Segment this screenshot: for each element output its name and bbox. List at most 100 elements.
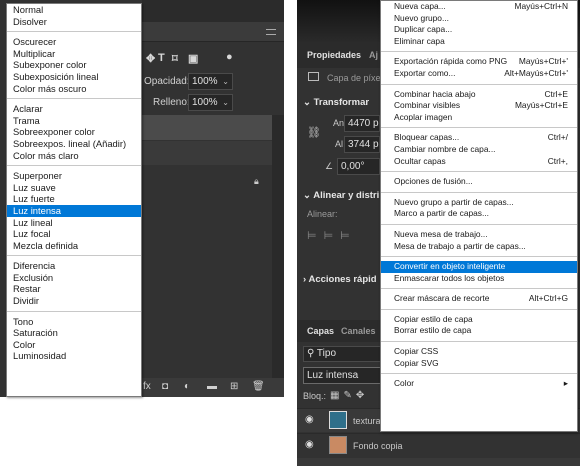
blend-option-sobreexpos-lineal-anadir[interactable]: Sobreexpos. lineal (Añadir) xyxy=(7,138,141,150)
blend-option-luz-suave[interactable]: Luz suave xyxy=(7,182,141,194)
layer-row[interactable] xyxy=(142,141,272,165)
menu-item-nuevo-grupo-a-partir-de-capas[interactable]: Nuevo grupo a partir de capas... xyxy=(381,197,577,209)
chevron-down-icon: ⌄ xyxy=(303,97,314,108)
angle-icon: ∠ xyxy=(325,161,334,171)
add-mask-icon[interactable]: ◘ xyxy=(162,381,168,392)
menu-item-combinar-hacia-abajo[interactable]: Combinar hacia abajo Ctrl+E xyxy=(381,89,577,101)
menu-item-crear-mascara-de-recorte[interactable]: Crear máscara de recorte Alt+Ctrl+G xyxy=(381,293,577,305)
blend-option-color[interactable]: Color xyxy=(7,339,141,351)
panel-header xyxy=(142,0,284,22)
blend-option-subexponer-color[interactable]: Subexponer color xyxy=(7,59,141,71)
align-section-header[interactable]: ⌄ Alinear y distri xyxy=(303,190,379,201)
lock-pixels-icon[interactable]: ✥ xyxy=(146,52,155,65)
menu-item-nueva-mesa-de-trabajo[interactable]: Nueva mesa de trabajo... xyxy=(381,229,577,241)
menu-item-nuevo-grupo[interactable]: Nuevo grupo... xyxy=(381,13,577,25)
blend-option-tono[interactable]: Tono xyxy=(7,316,141,328)
blend-option-normal[interactable]: Normal xyxy=(7,4,141,16)
layer-context-menu[interactable]: Nueva capa... Mayús+Ctrl+N Nuevo grupo... D… xyxy=(380,0,578,432)
menu-item-ocultar-capas[interactable]: Ocultar capas Ctrl+, xyxy=(381,156,577,168)
menu-item-copiar-svg[interactable]: Copiar SVG xyxy=(381,358,577,370)
chevron-down-icon: ⌄ xyxy=(303,190,314,201)
eye-icon[interactable]: ◉ xyxy=(305,414,314,425)
fx-icon[interactable]: fx xyxy=(143,381,151,392)
blend-option-trama[interactable]: Trama xyxy=(7,115,141,127)
blend-option-restar[interactable]: Restar xyxy=(7,283,141,295)
opacity-field[interactable]: 100% ⌄ xyxy=(188,73,233,90)
lock-options-icon[interactable]: ▦✎✥ xyxy=(330,390,368,401)
menu-item-combinar-visibles[interactable]: Combinar visibles Mayús+Ctrl+E xyxy=(381,100,577,112)
width-field[interactable]: 4470 p xyxy=(344,115,380,132)
trash-icon[interactable]: 🗑︎ xyxy=(252,381,265,392)
panel-menu-icon[interactable] xyxy=(266,29,276,35)
height-field[interactable]: 3744 p xyxy=(344,136,380,153)
menu-item-nueva-capa[interactable]: Nueva capa... Mayús+Ctrl+N xyxy=(381,1,577,13)
layer-row-fondo-copia[interactable]: ◉ Fondo copia xyxy=(297,433,580,457)
menu-item-copiar-estilo-de-capa[interactable]: Copiar estilo de capa xyxy=(381,314,577,326)
blend-option-oscurecer[interactable]: Oscurecer xyxy=(7,36,141,48)
blend-option-luz-fuerte[interactable]: Luz fuerte xyxy=(7,193,141,205)
blend-option-multiplicar[interactable]: Multiplicar xyxy=(7,48,141,60)
type-layer-icon[interactable]: T xyxy=(158,52,165,64)
tab-adjustments[interactable]: Aj xyxy=(369,50,378,60)
blend-option-luz-focal[interactable]: Luz focal xyxy=(7,228,141,240)
blend-option-dividir[interactable]: Dividir xyxy=(7,295,141,307)
menu-item-convertir-en-objeto-inteligente[interactable]: Convertir en objeto inteligente xyxy=(381,261,577,273)
layer-filter-field[interactable]: ⚲ Tipo xyxy=(303,346,381,362)
smart-object-filter-icon[interactable]: ▣ xyxy=(188,52,198,65)
tab-channels[interactable]: Canales xyxy=(341,326,376,336)
blend-option-luminosidad[interactable]: Luminosidad xyxy=(7,350,141,362)
shape-filter-icon[interactable]: ⌑ xyxy=(172,52,178,65)
menu-item-cambiar-nombre-de-capa[interactable]: Cambiar nombre de capa... xyxy=(381,144,577,156)
blend-option-exclusion[interactable]: Exclusión xyxy=(7,272,141,284)
new-group-icon[interactable]: ▬ xyxy=(207,381,217,392)
blend-option-sobreexponer-color[interactable]: Sobreexponer color xyxy=(7,126,141,138)
fill-field[interactable]: 100% ⌄ xyxy=(188,94,233,111)
blend-option-color-mas-claro[interactable]: Color más claro xyxy=(7,150,141,162)
blend-option-luz-intensa[interactable]: Luz intensa xyxy=(7,204,141,217)
menu-item-exportar-como[interactable]: Exportar como... Alt+Mayús+Ctrl+' xyxy=(381,68,577,80)
tab-layers[interactable]: Capas xyxy=(307,326,334,336)
filter-toggle-icon[interactable]: ● xyxy=(226,51,233,63)
blend-option-disolver[interactable]: Disolver xyxy=(7,16,141,28)
menu-separator xyxy=(381,167,577,176)
blend-option-aclarar[interactable]: Aclarar xyxy=(7,103,141,115)
blend-option-mezcla-definida[interactable]: Mezcla definida xyxy=(7,240,141,252)
link-icon[interactable]: ⛓ xyxy=(307,126,321,139)
menu-item-borrar-estilo-de-capa[interactable]: Borrar estilo de capa xyxy=(381,325,577,337)
transform-section-header[interactable]: ⌄ Transformar xyxy=(303,97,369,108)
layer-row[interactable] xyxy=(297,458,580,466)
blend-option-color-mas-oscuro[interactable]: Color más oscuro xyxy=(7,83,141,95)
menu-item-eliminar-capa[interactable]: Eliminar capa xyxy=(381,36,577,48)
menu-item-mesa-de-trabajo-a-partir-de-capas[interactable]: Mesa de trabajo a partir de capas... xyxy=(381,241,577,253)
new-layer-icon[interactable]: ⊞ xyxy=(230,381,238,392)
blend-option-subexposicion-lineal[interactable]: Subexposición lineal xyxy=(7,71,141,83)
menu-item-exportacion-rapida-como-png[interactable]: Exportación rápida como PNG Mayús+Ctrl+' xyxy=(381,56,577,68)
menu-item-opciones-de-fusion[interactable]: Opciones de fusión... xyxy=(381,176,577,188)
blend-mode-value: Luz intensa xyxy=(307,370,359,381)
adjustment-layer-icon[interactable]: ◐ xyxy=(184,381,190,392)
align-buttons-icon[interactable]: ⊨⊨⊨ xyxy=(307,229,357,242)
layer-row-selected[interactable] xyxy=(142,115,272,140)
menu-item-label: Borrar estilo de capa xyxy=(394,325,472,336)
eye-icon[interactable]: ◉ xyxy=(305,439,314,450)
menu-item-color[interactable]: Color ▸ xyxy=(381,378,577,390)
blend-option-luz-lineal[interactable]: Luz lineal xyxy=(7,217,141,229)
blend-mode-dropdown[interactable]: Normal Disolver Oscurecer Multiplicar Subexp… xyxy=(6,3,142,397)
menu-item-label: Marco a partir de capas... xyxy=(394,208,489,219)
menu-item-marco-a-partir-de-capas[interactable]: Marco a partir de capas... xyxy=(381,208,577,220)
scrollbar[interactable] xyxy=(272,115,284,380)
menu-item-duplicar-capa[interactable]: Duplicar capa... xyxy=(381,24,577,36)
menu-item-bloquear-capas[interactable]: Bloquear capas... Ctrl+/ xyxy=(381,132,577,144)
blend-option-diferencia[interactable]: Diferencia xyxy=(7,260,141,272)
blend-option-saturacion[interactable]: Saturación xyxy=(7,327,141,339)
pixel-layer-icon xyxy=(308,72,319,81)
menu-item-copiar-css[interactable]: Copiar CSS xyxy=(381,346,577,358)
menu-item-enmascarar-todos-los-objetos[interactable]: Enmascarar todos los objetos xyxy=(381,273,577,285)
tab-properties[interactable]: Propiedades xyxy=(307,50,361,60)
quick-actions-header[interactable]: › Acciones rápid xyxy=(303,274,377,285)
blend-mode-select[interactable]: Luz intensa xyxy=(303,367,381,384)
menu-item-label: Bloquear capas... xyxy=(394,132,460,143)
blend-option-superponer[interactable]: Superponer xyxy=(7,170,141,182)
menu-item-acoplar-imagen[interactable]: Acoplar imagen xyxy=(381,112,577,124)
angle-field[interactable]: 0,00° xyxy=(337,158,380,175)
